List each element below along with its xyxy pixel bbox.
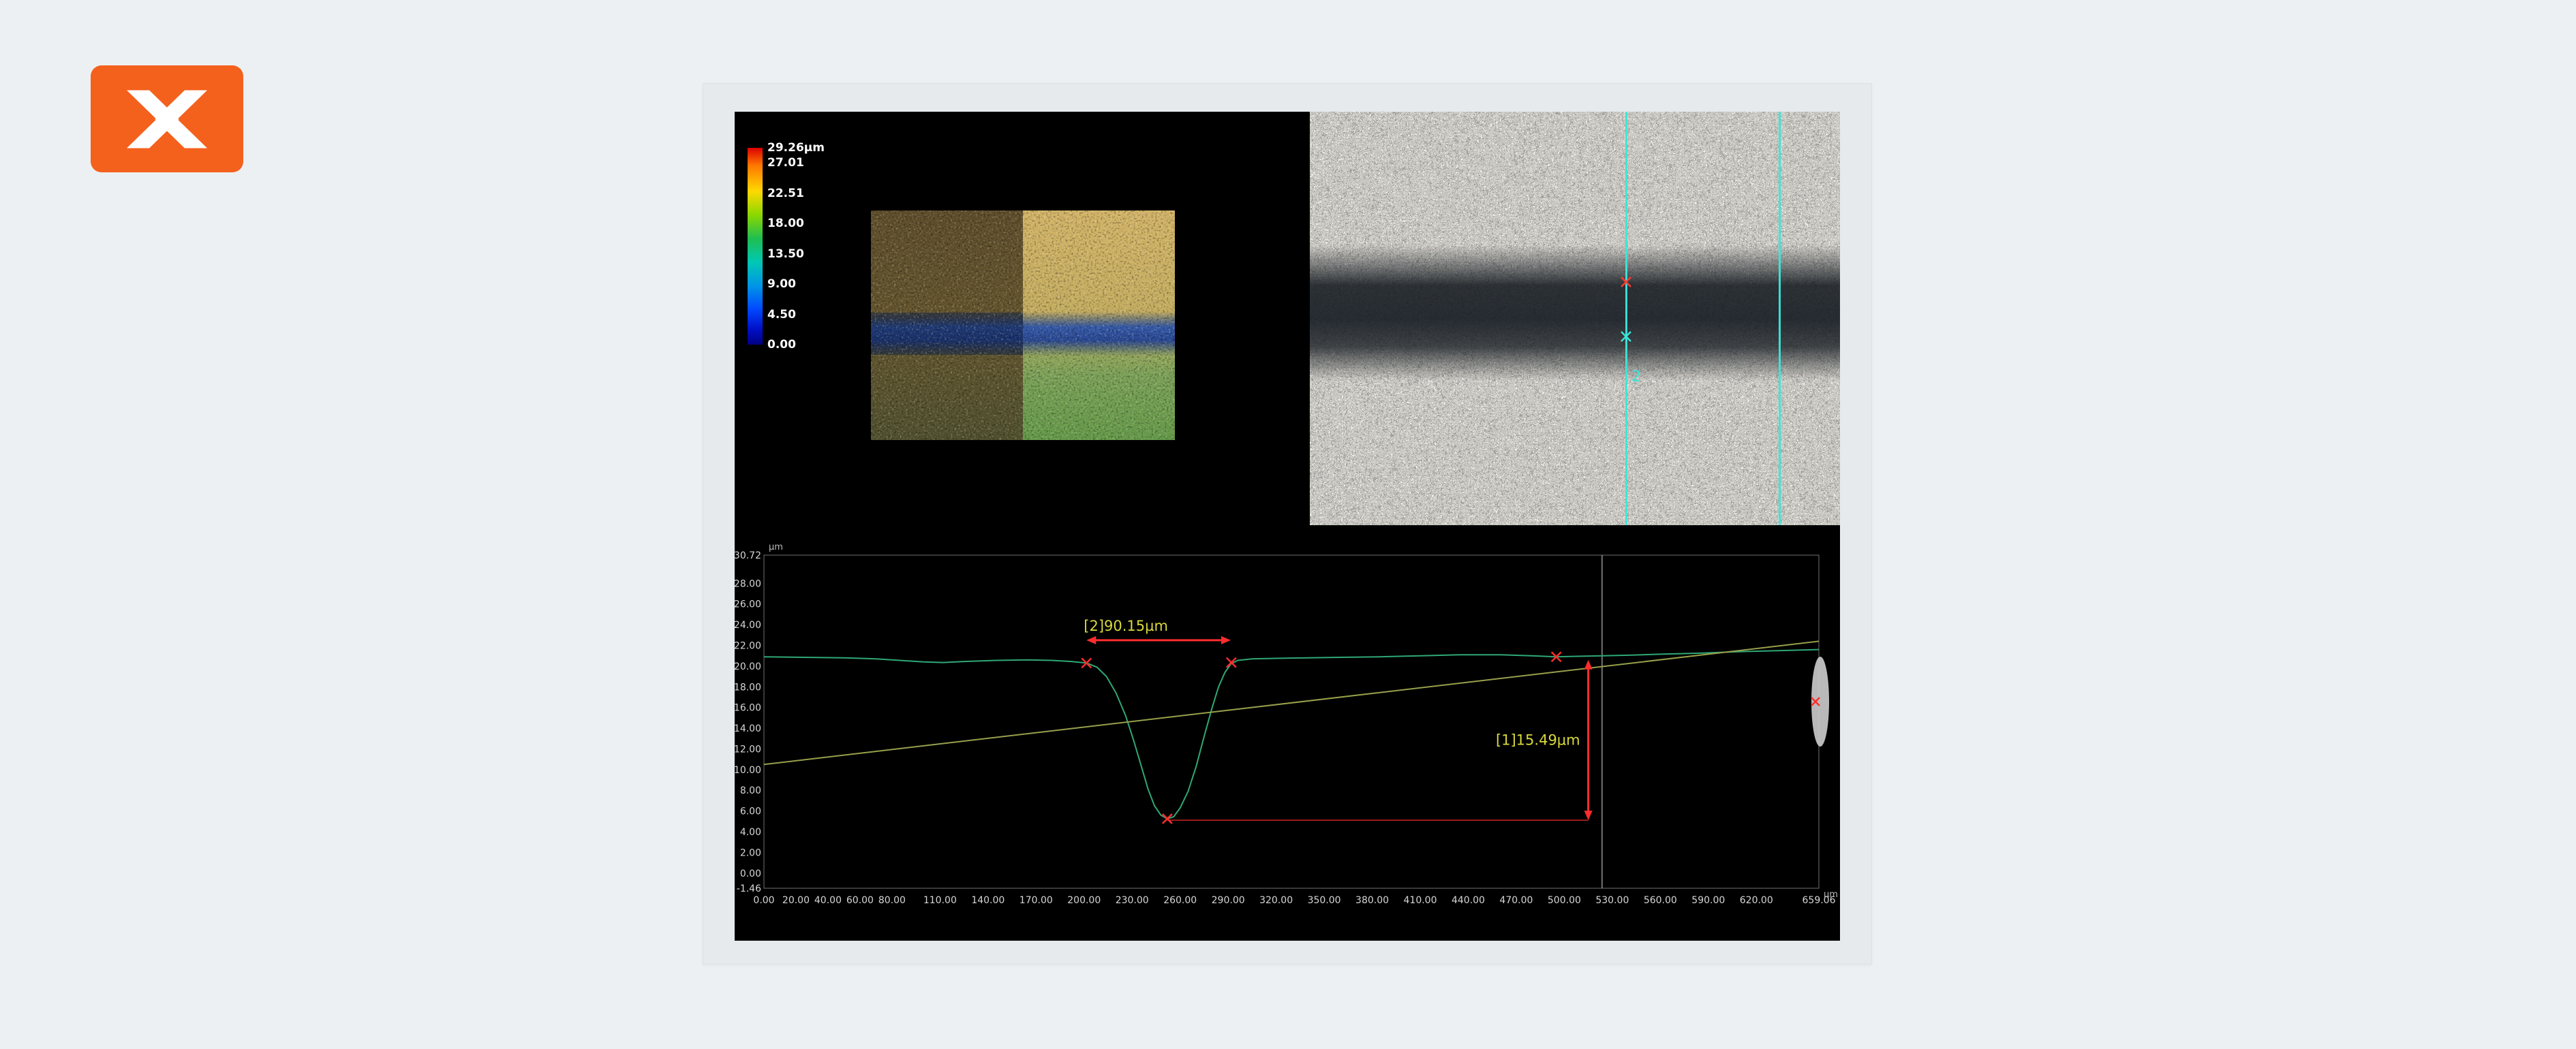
x-axis-ticks: 0.00 20.00 40.00 60.00 80.00 110.00 140.00 170.…	[753, 895, 1835, 906]
series-surface-profile	[764, 650, 1819, 819]
svg-text:0.00: 0.00	[753, 895, 774, 906]
svg-text:590.00: 590.00	[1691, 895, 1725, 906]
svg-text:16.00: 16.00	[735, 703, 761, 714]
svg-text:6.00: 6.00	[740, 807, 761, 817]
svg-text:380.00: 380.00	[1355, 895, 1389, 906]
svg-text:80.00: 80.00	[878, 895, 906, 906]
app-screenshot: 29.26µm27.01 22.51 18.00 13.50 9.00 4.50 0.00	[735, 112, 1840, 941]
svg-text:530.00: 530.00	[1595, 895, 1629, 906]
svg-text:320.00: 320.00	[1259, 895, 1293, 906]
colorbar-label: 29.26µm	[767, 141, 825, 155]
svg-text:170.00: 170.00	[1019, 895, 1053, 906]
svg-text:2.00: 2.00	[740, 847, 761, 858]
svg-text:20.00: 20.00	[782, 895, 810, 906]
svg-text:560.00: 560.00	[1644, 895, 1677, 906]
svg-text:140.00: 140.00	[971, 895, 1005, 906]
svg-text:410.00: 410.00	[1404, 895, 1437, 906]
colorbar-label: 9.00	[767, 277, 796, 291]
svg-text:200.00: 200.00	[1067, 895, 1101, 906]
svg-text:620.00: 620.00	[1740, 895, 1773, 906]
svg-text:60.00: 60.00	[846, 895, 874, 906]
x-axis-unit-label: µm	[1824, 890, 1838, 900]
y-axis-ticks: 30.72 28.00 26.00 24.00 22.00 20.00 18.00 16.00…	[735, 550, 761, 894]
noise-overlay-light	[871, 210, 1175, 440]
colorbar-label: 4.50	[767, 308, 796, 322]
brand-logo[interactable]	[91, 65, 243, 172]
svg-text:260.00: 260.00	[1163, 895, 1197, 906]
svg-text:18.00: 18.00	[735, 682, 761, 693]
svg-text:22.00: 22.00	[735, 641, 761, 652]
measure-region-line-right[interactable]	[1779, 112, 1781, 525]
svg-text:40.00: 40.00	[814, 895, 842, 906]
brand-chevrons-icon	[110, 79, 224, 159]
svg-text:500.00: 500.00	[1548, 895, 1581, 906]
profile-chart[interactable]: [1]15.49µm [2]90.15µm 30.72 28.00 26.00 24.00…	[735, 525, 1840, 941]
series-leveling-reference	[764, 641, 1819, 764]
profile-chart-panel: [1]15.49µm [2]90.15µm 30.72 28.00 26.00 24.00…	[735, 525, 1840, 941]
measurement-label-2: [2]90.15µm	[1084, 618, 1168, 634]
chart-scroll-handle[interactable]	[1811, 657, 1829, 747]
measurement-label-1: [1]15.49µm	[1496, 732, 1580, 748]
plot-border	[764, 555, 1819, 888]
measurement-annotation-1[interactable]: [1]15.49µm	[1167, 660, 1593, 820]
region-number-label: 2	[1631, 369, 1641, 386]
svg-text:10.00: 10.00	[735, 765, 761, 776]
svg-text:12.00: 12.00	[735, 744, 761, 755]
svg-text:350.00: 350.00	[1308, 895, 1341, 906]
heightmap-panel: 29.26µm27.01 22.51 18.00 13.50 9.00 4.50 0.00	[735, 112, 1310, 525]
y-axis-unit-label: µm	[769, 542, 783, 552]
colorbar-label: 18.00	[767, 217, 804, 230]
measurement-annotation-2[interactable]: [2]90.15µm	[1084, 618, 1231, 644]
svg-text:290.00: 290.00	[1212, 895, 1245, 906]
svg-text:0.00: 0.00	[740, 868, 761, 879]
svg-text:8.00: 8.00	[740, 785, 761, 796]
colorbar-label: 27.01	[767, 156, 804, 170]
height-colorbar	[748, 148, 763, 345]
microscope-image[interactable]: 2	[1310, 112, 1840, 525]
colorbar-label: 22.51	[767, 187, 804, 200]
svg-text:14.00: 14.00	[735, 723, 761, 734]
dark-groove-band	[1310, 245, 1840, 381]
svg-text:20.00: 20.00	[735, 661, 761, 672]
colorbar-label: 13.50	[767, 247, 804, 261]
microscope-panel: 2	[1310, 112, 1840, 525]
heightmap-image[interactable]	[871, 210, 1175, 440]
measurement-card: 29.26µm27.01 22.51 18.00 13.50 9.00 4.50 0.00	[703, 84, 1871, 964]
svg-text:470.00: 470.00	[1499, 895, 1533, 906]
svg-text:24.00: 24.00	[735, 620, 761, 631]
svg-text:-1.46: -1.46	[737, 883, 761, 894]
svg-text:440.00: 440.00	[1452, 895, 1485, 906]
svg-text:230.00: 230.00	[1116, 895, 1149, 906]
svg-text:30.72: 30.72	[735, 550, 761, 561]
svg-text:4.00: 4.00	[740, 827, 761, 838]
measure-region-line-left[interactable]	[1625, 112, 1627, 525]
colorbar-label: 0.00	[767, 338, 796, 351]
profile-point-markers[interactable]	[1082, 652, 1561, 824]
svg-text:26.00: 26.00	[735, 599, 761, 610]
svg-text:110.00: 110.00	[923, 895, 957, 906]
svg-text:28.00: 28.00	[735, 578, 761, 589]
